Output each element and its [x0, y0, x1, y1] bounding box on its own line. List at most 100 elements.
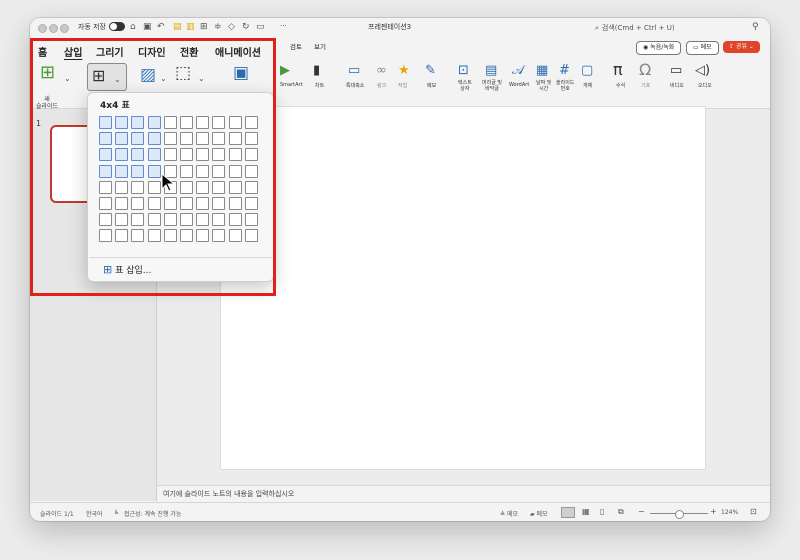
tab-design[interactable]: 디자인 [138, 44, 166, 59]
table-grid-cell[interactable] [228, 132, 242, 146]
table-grid-cell[interactable] [180, 229, 193, 243]
tab-animations[interactable]: 애니메이션 [215, 44, 261, 59]
tab-view[interactable]: 보기 [314, 41, 326, 51]
home-icon[interactable]: ⌂ [130, 22, 136, 32]
table-grid-cell[interactable] [115, 197, 129, 210]
comment-icon[interactable]: ▭ [256, 22, 265, 32]
table-grid-cell[interactable] [99, 213, 112, 227]
object-icon[interactable]: ▢ [581, 64, 593, 78]
language-indicator[interactable]: 한국어 [86, 509, 103, 518]
table-grid-cell[interactable] [99, 148, 112, 162]
close-window-button[interactable] [38, 24, 47, 33]
zoom-level[interactable]: 124% [721, 509, 738, 516]
table-grid-cell[interactable] [99, 229, 112, 243]
fit-to-window-icon[interactable]: ⊡ [750, 507, 757, 516]
table-grid-cell[interactable] [212, 132, 226, 146]
table-grid-cell[interactable] [163, 132, 177, 146]
table-icon[interactable]: ⊞ [200, 22, 208, 32]
table-grid-cell[interactable] [180, 132, 193, 146]
table-grid-cell[interactable] [115, 180, 129, 194]
autosave-toggle[interactable] [109, 22, 125, 31]
zoom-out-button[interactable]: − [638, 507, 645, 516]
chevron-down-icon[interactable]: ⌄ [160, 72, 167, 86]
slideshow-icon[interactable]: ⧉ [618, 507, 624, 517]
table-grid-cell[interactable] [212, 180, 226, 194]
table-grid-cell[interactable] [244, 164, 258, 178]
table-grid-cell[interactable] [99, 132, 112, 146]
zoom-window-button[interactable] [60, 24, 69, 33]
table-grid-cell[interactable] [99, 164, 112, 178]
textbox-icon[interactable]: ⊡ [458, 64, 469, 78]
comments-button[interactable]: ▭ 메모 [686, 41, 719, 55]
table-grid-cell[interactable] [196, 116, 210, 129]
table-grid-cell[interactable] [99, 197, 112, 210]
undo-icon[interactable]: ↶ [157, 22, 165, 32]
table-grid-cell[interactable] [180, 148, 193, 162]
table-grid-cell[interactable] [244, 180, 258, 194]
table-grid-cell[interactable] [131, 148, 145, 162]
wordart-icon[interactable]: 𝒜 [512, 64, 524, 78]
table-grid-cell[interactable] [180, 213, 193, 227]
copy-icon[interactable]: ▤ [173, 22, 182, 32]
table-grid-cell[interactable] [244, 148, 258, 162]
chart-icon[interactable]: ▮ [313, 64, 320, 78]
table-grid-cell[interactable] [99, 180, 112, 194]
redo-icon[interactable]: ↻ [242, 22, 250, 32]
calendar-icon[interactable]: ▦ [536, 64, 548, 78]
zoom-slider-thumb[interactable] [675, 510, 684, 519]
comments-toggle[interactable]: ▰ 메모 [530, 509, 548, 518]
equation-icon[interactable]: π [613, 62, 623, 78]
table-grid-cell[interactable] [131, 180, 145, 194]
table-grid-cell[interactable] [99, 116, 112, 129]
tab-transitions[interactable]: 전환 [180, 44, 198, 59]
notes-toggle[interactable]: ≜ 메모 [500, 509, 518, 518]
record-button[interactable]: ◉ 녹음/녹화 [636, 41, 682, 55]
action-icon[interactable]: ★ [398, 64, 410, 78]
table-grid-cell[interactable] [196, 132, 210, 146]
table-grid-cell[interactable] [147, 164, 161, 178]
profile-icon[interactable]: ⚲ [752, 22, 759, 32]
zoom-icon[interactable]: ▭ [348, 64, 360, 78]
table-grid-cell[interactable] [212, 116, 226, 129]
table-button[interactable]: ⊞ ⌄ [87, 63, 127, 91]
table-grid-cell[interactable] [147, 132, 161, 146]
link-icon[interactable]: ∞ [376, 64, 387, 78]
table-grid-cell[interactable] [131, 197, 145, 210]
table-grid-cell[interactable] [131, 229, 145, 243]
table-grid-cell[interactable] [147, 213, 161, 227]
accessibility-icon[interactable]: ♿ [114, 509, 119, 516]
tab-review[interactable]: 검토 [290, 41, 302, 51]
table-grid-cell[interactable] [228, 164, 242, 178]
smartart-icon[interactable]: ▶ [280, 64, 290, 78]
table-grid-cell[interactable] [196, 180, 210, 194]
table-grid-cell[interactable] [115, 229, 129, 243]
table-grid-cell[interactable] [131, 164, 145, 178]
chevron-down-icon[interactable]: ⌄ [64, 72, 71, 86]
table-grid-cell[interactable] [212, 229, 226, 243]
comment-icon[interactable]: ✎ [425, 64, 436, 78]
table-grid-cell[interactable] [147, 116, 161, 129]
insert-table-menu-item[interactable]: ⊞ 표 삽입... [103, 263, 151, 277]
icons-gallery-icon[interactable]: ▣ [233, 65, 249, 82]
table-grid-cell[interactable] [180, 164, 193, 178]
table-grid-cell[interactable] [196, 213, 210, 227]
table-grid-cell[interactable] [228, 148, 242, 162]
video-icon[interactable]: ▭ [670, 64, 682, 78]
table-grid-cell[interactable] [196, 229, 210, 243]
table-grid-cell[interactable] [115, 148, 129, 162]
shape-icon[interactable]: ◇ [228, 22, 235, 32]
table-grid-cell[interactable] [244, 116, 258, 129]
table-grid-cell[interactable] [228, 229, 242, 243]
new-slide-icon[interactable]: ⊞ [40, 64, 55, 82]
table-grid-cell[interactable] [180, 116, 193, 129]
table-grid-cell[interactable] [196, 197, 210, 210]
slide-canvas[interactable] [221, 107, 705, 469]
shapes-camera-icon[interactable]: ⬚ [175, 65, 191, 82]
audio-icon[interactable]: ◁) [695, 64, 710, 78]
symbol-icon[interactable]: Ω [639, 62, 651, 78]
table-grid-cell[interactable] [147, 180, 161, 194]
table-grid-cell[interactable] [163, 229, 177, 243]
normal-view-icon[interactable] [561, 507, 575, 518]
table-grid-cell[interactable] [212, 213, 226, 227]
slide-sorter-icon[interactable]: ▦ [582, 507, 590, 516]
